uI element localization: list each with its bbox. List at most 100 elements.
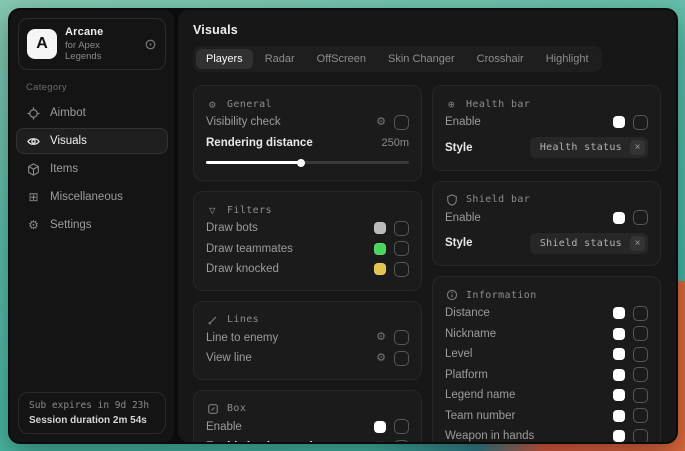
- tab-crosshair[interactable]: Crosshair: [467, 49, 534, 69]
- main-panel: Visuals Players Radar OffScreen Skin Cha…: [178, 10, 676, 442]
- setting-row-visibility-check: Visibility check ⚙: [206, 112, 409, 133]
- checkbox-box-enable[interactable]: [394, 419, 409, 434]
- color-swatch[interactable]: [374, 263, 386, 275]
- tab-players[interactable]: Players: [196, 49, 253, 69]
- color-swatch[interactable]: [613, 328, 625, 340]
- color-swatch[interactable]: [613, 430, 625, 442]
- sidebar-item-miscellaneous[interactable]: ⊞ Miscellaneous: [16, 184, 168, 210]
- health-style-select[interactable]: Health status ×: [530, 137, 648, 158]
- shield-style-select[interactable]: Shield status ×: [530, 233, 648, 254]
- select-value: Shield status: [540, 238, 622, 249]
- card-health-bar-header: ⊕ Health bar: [445, 96, 648, 112]
- checkbox-draw-knocked[interactable]: [394, 262, 409, 277]
- app-logo: A: [27, 29, 57, 59]
- color-swatch[interactable]: [613, 389, 625, 401]
- setting-row-draw-knocked: Draw knocked: [206, 259, 409, 280]
- sidebar-item-items[interactable]: Items: [16, 156, 168, 182]
- setting-row-box-enable: Enable: [206, 417, 409, 438]
- setting-row-view-line: View line ⚙: [206, 348, 409, 369]
- checkbox-legend-name[interactable]: [633, 388, 648, 403]
- card-filters-header: ▽ Filters: [206, 202, 409, 218]
- checkbox-shield-enable[interactable]: [633, 210, 648, 225]
- color-swatch[interactable]: [613, 212, 625, 224]
- setting-row-distance: Distance: [445, 303, 648, 324]
- gear-icon[interactable]: ⚙: [376, 353, 386, 364]
- app-window: A Arcane for Apex Legends Category Aimbo…: [8, 8, 678, 444]
- color-swatch[interactable]: [374, 421, 386, 433]
- tab-radar[interactable]: Radar: [255, 49, 305, 69]
- checkbox-level[interactable]: [633, 347, 648, 362]
- setting-row-draw-bots: Draw bots: [206, 218, 409, 239]
- card-information: Information Distance Nickname: [432, 276, 661, 442]
- setting-row-team-number: Team number: [445, 406, 648, 427]
- section-title: Health bar: [466, 99, 530, 110]
- card-filters: ▽ Filters Draw bots Draw teammates: [193, 191, 422, 291]
- color-swatch[interactable]: [374, 222, 386, 234]
- color-swatch[interactable]: [613, 116, 625, 128]
- select-value: Health status: [540, 142, 622, 153]
- setting-label: Legend name: [445, 389, 515, 401]
- checkbox-draw-teammates[interactable]: [394, 241, 409, 256]
- sub-expires-text: Sub expires in 9d 23h: [29, 400, 155, 411]
- sidebar-item-label: Aimbot: [50, 107, 86, 119]
- subscription-card: Sub expires in 9d 23h Session duration 2…: [18, 392, 166, 434]
- setting-label: Platform: [445, 369, 488, 381]
- checkbox-team-number[interactable]: [633, 408, 648, 423]
- logo-card: A Arcane for Apex Legends: [18, 18, 166, 70]
- setting-row-box-background: Enable background: [206, 437, 409, 442]
- setting-label: Line to enemy: [206, 332, 278, 344]
- color-swatch[interactable]: [374, 441, 386, 442]
- setting-row-health-style: Style Health status ×: [445, 136, 648, 160]
- left-column: ⚙ General Visibility check ⚙ Rendering d…: [193, 85, 422, 442]
- page-title: Visuals: [193, 23, 661, 37]
- checkbox-health-enable[interactable]: [633, 115, 648, 130]
- color-swatch[interactable]: [613, 369, 625, 381]
- sidebar-item-aimbot[interactable]: Aimbot: [16, 100, 168, 126]
- health-icon: ⊕: [445, 98, 458, 111]
- tab-highlight[interactable]: Highlight: [536, 49, 599, 69]
- card-health-bar: ⊕ Health bar Enable Style Health stat: [432, 85, 661, 171]
- color-swatch[interactable]: [374, 243, 386, 255]
- app-title: Arcane: [65, 26, 136, 38]
- tab-skin-changer[interactable]: Skin Changer: [378, 49, 465, 69]
- checkbox-weapon-in-hands[interactable]: [633, 429, 648, 442]
- section-title: Information: [466, 290, 537, 301]
- section-title: Lines: [227, 314, 259, 325]
- card-shield-bar-header: Shield bar: [445, 192, 648, 208]
- sidebar-item-label: Settings: [50, 219, 92, 231]
- section-title: General: [227, 99, 272, 110]
- gear-icon[interactable]: ⚙: [376, 117, 386, 128]
- color-swatch[interactable]: [613, 410, 625, 422]
- checkbox-visibility-check[interactable]: [394, 115, 409, 130]
- close-icon[interactable]: ×: [630, 140, 645, 155]
- section-title: Filters: [227, 205, 272, 216]
- checkbox-distance[interactable]: [633, 306, 648, 321]
- card-box-header: Box: [206, 401, 409, 417]
- tab-bar: Players Radar OffScreen Skin Changer Cro…: [193, 46, 602, 72]
- checkbox-nickname[interactable]: [633, 326, 648, 341]
- package-icon: [26, 163, 41, 176]
- slider-thumb[interactable]: [297, 159, 305, 167]
- gear-icon[interactable]: ⚙: [376, 332, 386, 343]
- checkbox-line-to-enemy[interactable]: [394, 330, 409, 345]
- checkbox-box-background[interactable]: [394, 440, 409, 442]
- target-icon[interactable]: [144, 38, 157, 51]
- color-swatch[interactable]: [613, 348, 625, 360]
- checkbox-draw-bots[interactable]: [394, 221, 409, 236]
- checkbox-view-line[interactable]: [394, 351, 409, 366]
- setting-label: View line: [206, 352, 252, 364]
- settings-columns: ⚙ General Visibility check ⚙ Rendering d…: [193, 85, 661, 442]
- setting-label: Enable: [445, 116, 481, 128]
- setting-row-platform: Platform: [445, 365, 648, 386]
- sidebar-item-visuals[interactable]: Visuals: [16, 128, 168, 154]
- section-title: Box: [227, 403, 246, 414]
- sidebar-item-settings[interactable]: ⚙ Settings: [16, 212, 168, 238]
- rendering-distance-slider[interactable]: [206, 161, 409, 164]
- tab-offscreen[interactable]: OffScreen: [307, 49, 376, 69]
- checkbox-platform[interactable]: [633, 367, 648, 382]
- color-swatch[interactable]: [613, 307, 625, 319]
- shield-icon: [445, 194, 458, 206]
- close-icon[interactable]: ×: [630, 236, 645, 251]
- setting-label: Enable background: [206, 441, 313, 442]
- sidebar-item-label: Miscellaneous: [50, 191, 123, 203]
